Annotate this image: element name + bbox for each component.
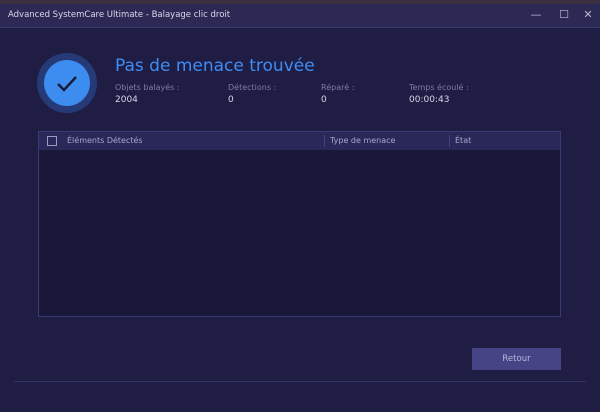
result-heading: Pas de menace trouvée: [115, 56, 315, 76]
repaired-label: Réparé :: [321, 83, 355, 92]
footer-divider: [14, 381, 586, 382]
maximize-icon[interactable]: ☐: [555, 7, 573, 23]
detections-table: Éléments Détectés Type de menace État: [38, 131, 561, 317]
column-items[interactable]: Éléments Détectés: [67, 136, 143, 145]
detections-label: Détections :: [228, 83, 277, 92]
title-bar: Advanced SystemCare Ultimate - Balayage …: [0, 4, 600, 28]
elapsed-value: 00:00:43: [409, 95, 450, 105]
column-threat-type[interactable]: Type de menace: [330, 136, 395, 145]
column-state[interactable]: État: [455, 136, 471, 145]
window-title: Advanced SystemCare Ultimate - Balayage …: [8, 10, 231, 20]
detections-value: 0: [228, 95, 234, 105]
table-header: Éléments Détectés Type de menace État: [39, 132, 560, 150]
minimize-icon[interactable]: —: [527, 7, 545, 23]
column-divider: [449, 135, 450, 147]
scanned-label: Objets balayés :: [115, 83, 180, 92]
select-all-checkbox[interactable]: [47, 136, 57, 146]
elapsed-label: Temps écoulé :: [409, 83, 469, 92]
scanned-value: 2004: [115, 95, 138, 105]
close-icon[interactable]: ✕: [579, 7, 597, 23]
column-divider: [324, 135, 325, 147]
checkmark-icon: [44, 60, 90, 106]
back-button[interactable]: Retour: [472, 348, 561, 370]
repaired-value: 0: [321, 95, 327, 105]
